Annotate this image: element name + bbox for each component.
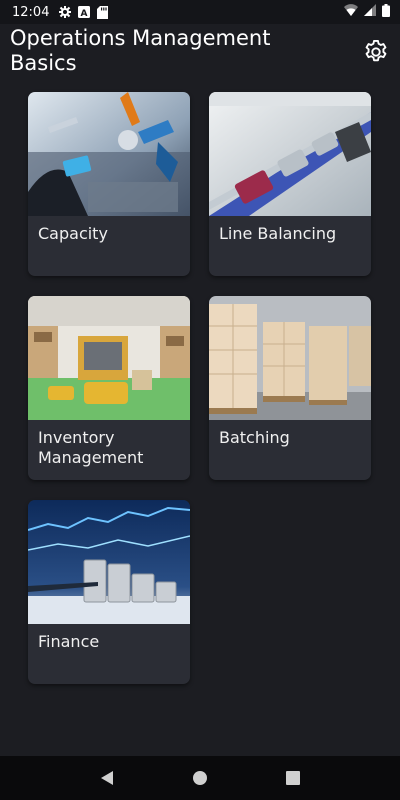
warehouse-agv-photo (28, 296, 190, 420)
wifi-icon (344, 4, 358, 20)
settings-button[interactable] (360, 36, 392, 68)
topic-card-batching[interactable]: Batching (209, 296, 371, 480)
back-button[interactable] (93, 764, 121, 792)
battery-icon (382, 3, 390, 21)
topic-label: Line Balancing (219, 224, 337, 243)
topic-card-inventory-management[interactable]: Inventory Management (28, 296, 190, 480)
conveyor-line-photo (209, 92, 371, 216)
gear-icon (365, 39, 387, 62)
topic-label: Inventory Management (38, 428, 144, 467)
svg-text:A: A (81, 9, 88, 18)
topic-label: Finance (38, 632, 100, 651)
back-icon (100, 771, 113, 785)
topic-label: Capacity (38, 224, 108, 243)
boxes-on-pallets-photo (209, 296, 371, 420)
home-button[interactable] (186, 764, 214, 792)
topic-card-capacity[interactable]: Capacity (28, 92, 190, 276)
robotic-factory-photo (28, 92, 190, 216)
status-bar: 12:04 A (0, 0, 400, 24)
coins-and-chart-photo (28, 500, 190, 624)
keyboard-icon: A (78, 6, 91, 18)
page-title: Operations Management Basics (10, 26, 271, 75)
topic-label: Batching (219, 428, 290, 447)
sd-card-icon (97, 5, 109, 19)
app-bar: Operations Management Basics (0, 24, 400, 84)
status-time: 12:04 (12, 4, 50, 20)
home-icon (192, 771, 207, 785)
recents-button[interactable] (279, 764, 307, 792)
topic-card-line-balancing[interactable]: Line Balancing (209, 92, 371, 276)
settings-icon (59, 6, 72, 18)
topic-card-finance[interactable]: Finance (28, 500, 190, 684)
signal-icon (364, 4, 376, 20)
system-nav-bar (0, 756, 400, 800)
recents-icon (286, 771, 301, 785)
